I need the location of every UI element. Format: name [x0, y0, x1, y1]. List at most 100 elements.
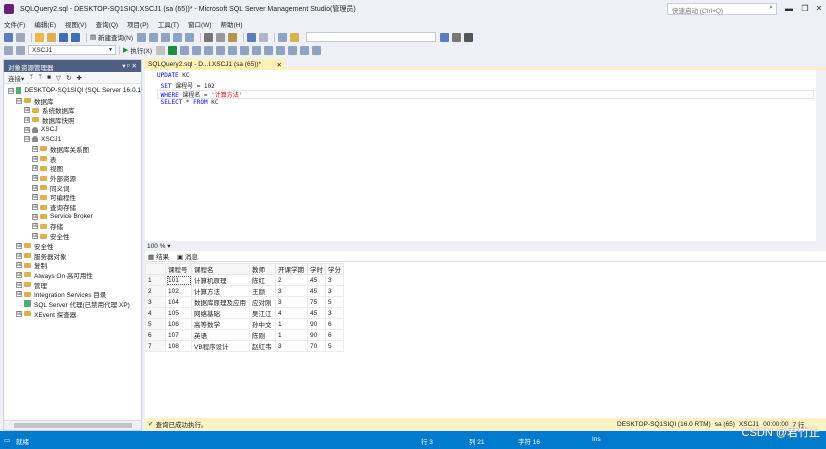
execute-button[interactable]: ▶ 执行(X) — [123, 45, 152, 55]
indent-icon[interactable] — [288, 45, 298, 55]
menu-window[interactable]: 窗口(W) — [188, 19, 211, 29]
result-cell[interactable]: 4 — [275, 307, 308, 319]
result-cell[interactable]: 75 — [307, 296, 326, 308]
scrollbar-thumb[interactable] — [14, 423, 132, 428]
result-cell[interactable]: 90 — [307, 329, 326, 341]
column-header[interactable]: 学时 — [307, 263, 326, 275]
result-cell[interactable]: 106 — [165, 318, 192, 330]
expand-icon[interactable]: ⊞ — [32, 145, 38, 152]
result-cell[interactable]: 陈刚 — [249, 329, 276, 341]
tree-node[interactable]: ⊞ Always On 高可用性 — [4, 270, 141, 280]
restore-button[interactable]: ❐ — [799, 3, 811, 15]
tree-node[interactable]: ⊞ 外部资源 — [4, 173, 141, 183]
toolbox-icon[interactable] — [464, 32, 473, 42]
result-cell[interactable]: 5 — [325, 340, 344, 352]
tree-node[interactable]: ⊞ 查询存储 — [4, 202, 141, 212]
expand-icon[interactable]: ⊞ — [24, 116, 30, 123]
tree-node[interactable]: ⊞ Integration Services 目录 — [4, 289, 141, 299]
save-icon[interactable] — [59, 32, 68, 42]
tree-node[interactable]: ⊞ XEvent 探查器 — [4, 309, 141, 319]
expand-icon[interactable]: ⊞ — [32, 175, 38, 182]
paste-icon[interactable] — [228, 32, 237, 42]
row-number-cell[interactable]: 3 — [145, 296, 166, 308]
stop-icon[interactable] — [156, 45, 166, 55]
stop-icon[interactable]: ■ — [47, 74, 51, 81]
activity-monitor-icon[interactable]: ✚ — [76, 74, 81, 82]
query-type-icon[interactable] — [137, 32, 146, 42]
row-number-cell[interactable]: 5 — [145, 318, 166, 330]
expand-icon[interactable]: ⊞ — [32, 223, 38, 230]
column-header[interactable]: 课程号 — [165, 263, 192, 275]
zoom-level-select[interactable]: 100 % — [147, 243, 165, 250]
query-editor[interactable]: UPDATE KC SET 课程号 = 102 WHERE 课程名 = '计算方… — [145, 70, 826, 241]
expand-icon[interactable]: ⊞ — [16, 262, 22, 269]
connect-icon[interactable] — [4, 45, 13, 55]
result-cell[interactable]: 网络基础 — [191, 307, 250, 319]
menu-file[interactable]: 文件(F) — [4, 19, 25, 29]
expand-icon[interactable]: ⊞ — [16, 271, 22, 278]
tree-node[interactable]: ⊞ 复制 — [4, 260, 141, 270]
result-cell[interactable]: 108 — [165, 340, 192, 352]
tree-node[interactable]: ⊟ DESKTOP-SQ1SIQI (SQL Server 16.0.1 — [4, 86, 141, 96]
result-cell[interactable]: 107 — [165, 329, 192, 341]
expand-icon[interactable]: ⊞ — [32, 194, 38, 201]
result-cell[interactable]: 101 — [165, 274, 192, 286]
tab-messages[interactable]: ▣ 消息 — [177, 251, 198, 261]
include-plan-icon[interactable] — [216, 45, 226, 55]
tree-node[interactable]: ⊞ 安全性 — [4, 241, 141, 251]
tree-node[interactable]: ⊟ 数据库 — [4, 96, 141, 106]
results-grid-icon[interactable] — [240, 45, 250, 55]
query-type-icon[interactable] — [149, 32, 158, 42]
collapse-icon[interactable]: ⊟ — [16, 97, 22, 104]
find-icon[interactable] — [290, 32, 299, 42]
result-cell[interactable]: 45 — [307, 274, 326, 286]
tree-node[interactable]: ⊞ 数据库关系图 — [4, 144, 141, 154]
uncomment-icon[interactable] — [276, 45, 286, 55]
change-connection-icon[interactable] — [16, 45, 25, 55]
expand-icon[interactable]: ⊞ — [16, 310, 22, 317]
tab-sqlquery2[interactable]: SQLQuery2.sql - D...I.XSCJ1 (sa (65))* ✕ — [145, 59, 285, 70]
result-cell[interactable]: 计算方法 — [191, 285, 250, 297]
copy-icon[interactable] — [216, 32, 225, 42]
connect-button[interactable]: 连接▾ — [8, 73, 24, 83]
tree-node[interactable]: ⊞ 表 — [4, 154, 141, 164]
result-cell[interactable]: 高等数学 — [191, 318, 250, 330]
result-cell[interactable]: 吴江江 — [249, 307, 276, 319]
tab-results[interactable]: ▦ 结果 — [148, 251, 169, 261]
specify-values-icon[interactable] — [312, 45, 322, 55]
properties-icon[interactable] — [440, 32, 449, 42]
result-cell[interactable]: 3 — [325, 307, 344, 319]
results-file-icon[interactable] — [252, 45, 262, 55]
close-window-button[interactable]: ✕ — [813, 3, 825, 15]
new-query-button[interactable]: ▤ 新建查询(N) — [90, 32, 133, 42]
menu-help[interactable]: 帮助(H) — [221, 19, 243, 29]
forward-icon[interactable] — [16, 32, 25, 42]
tree-node[interactable]: ⊞ XSCJ — [4, 125, 141, 135]
column-header[interactable]: 课程名 — [191, 263, 250, 275]
quick-launch-input[interactable]: 快速启动 (Ctrl+Q) ⌕ — [667, 3, 777, 15]
result-cell[interactable]: 1 — [275, 318, 308, 330]
result-cell[interactable]: 3 — [325, 274, 344, 286]
database-select[interactable]: XSCJ1 ▼ — [28, 45, 116, 55]
expand-icon[interactable]: ⊞ — [16, 242, 22, 249]
collapse-icon[interactable]: ⊟ — [24, 136, 30, 143]
expand-icon[interactable]: ⊞ — [32, 204, 38, 211]
row-number-cell[interactable]: 6 — [145, 329, 166, 341]
find-combo[interactable] — [306, 32, 436, 42]
result-cell[interactable]: 5 — [325, 296, 344, 308]
horizontal-scrollbar[interactable] — [4, 420, 141, 430]
result-cell[interactable]: 45 — [307, 285, 326, 297]
tree-node[interactable]: ⊞ 数据库快照 — [4, 115, 141, 125]
column-header[interactable]: 开课学期 — [275, 263, 308, 275]
results-text-icon[interactable] — [228, 45, 238, 55]
open-folder-icon[interactable] — [47, 32, 56, 42]
editor-vertical-scrollbar[interactable] — [816, 70, 826, 241]
undo-icon[interactable] — [247, 32, 256, 42]
menu-project[interactable]: 项目(P) — [127, 19, 149, 29]
collapse-icon[interactable]: ⊟ — [8, 87, 14, 94]
tree-node[interactable]: SQL Server 代理(已禁用代理 XP) — [4, 299, 141, 309]
panel-controls[interactable]: ▾ ᵖ ✕ — [122, 62, 137, 70]
expand-icon[interactable]: ⊞ — [32, 165, 38, 172]
row-number-cell[interactable]: 1 — [145, 274, 166, 286]
result-cell[interactable]: 英语 — [191, 329, 250, 341]
